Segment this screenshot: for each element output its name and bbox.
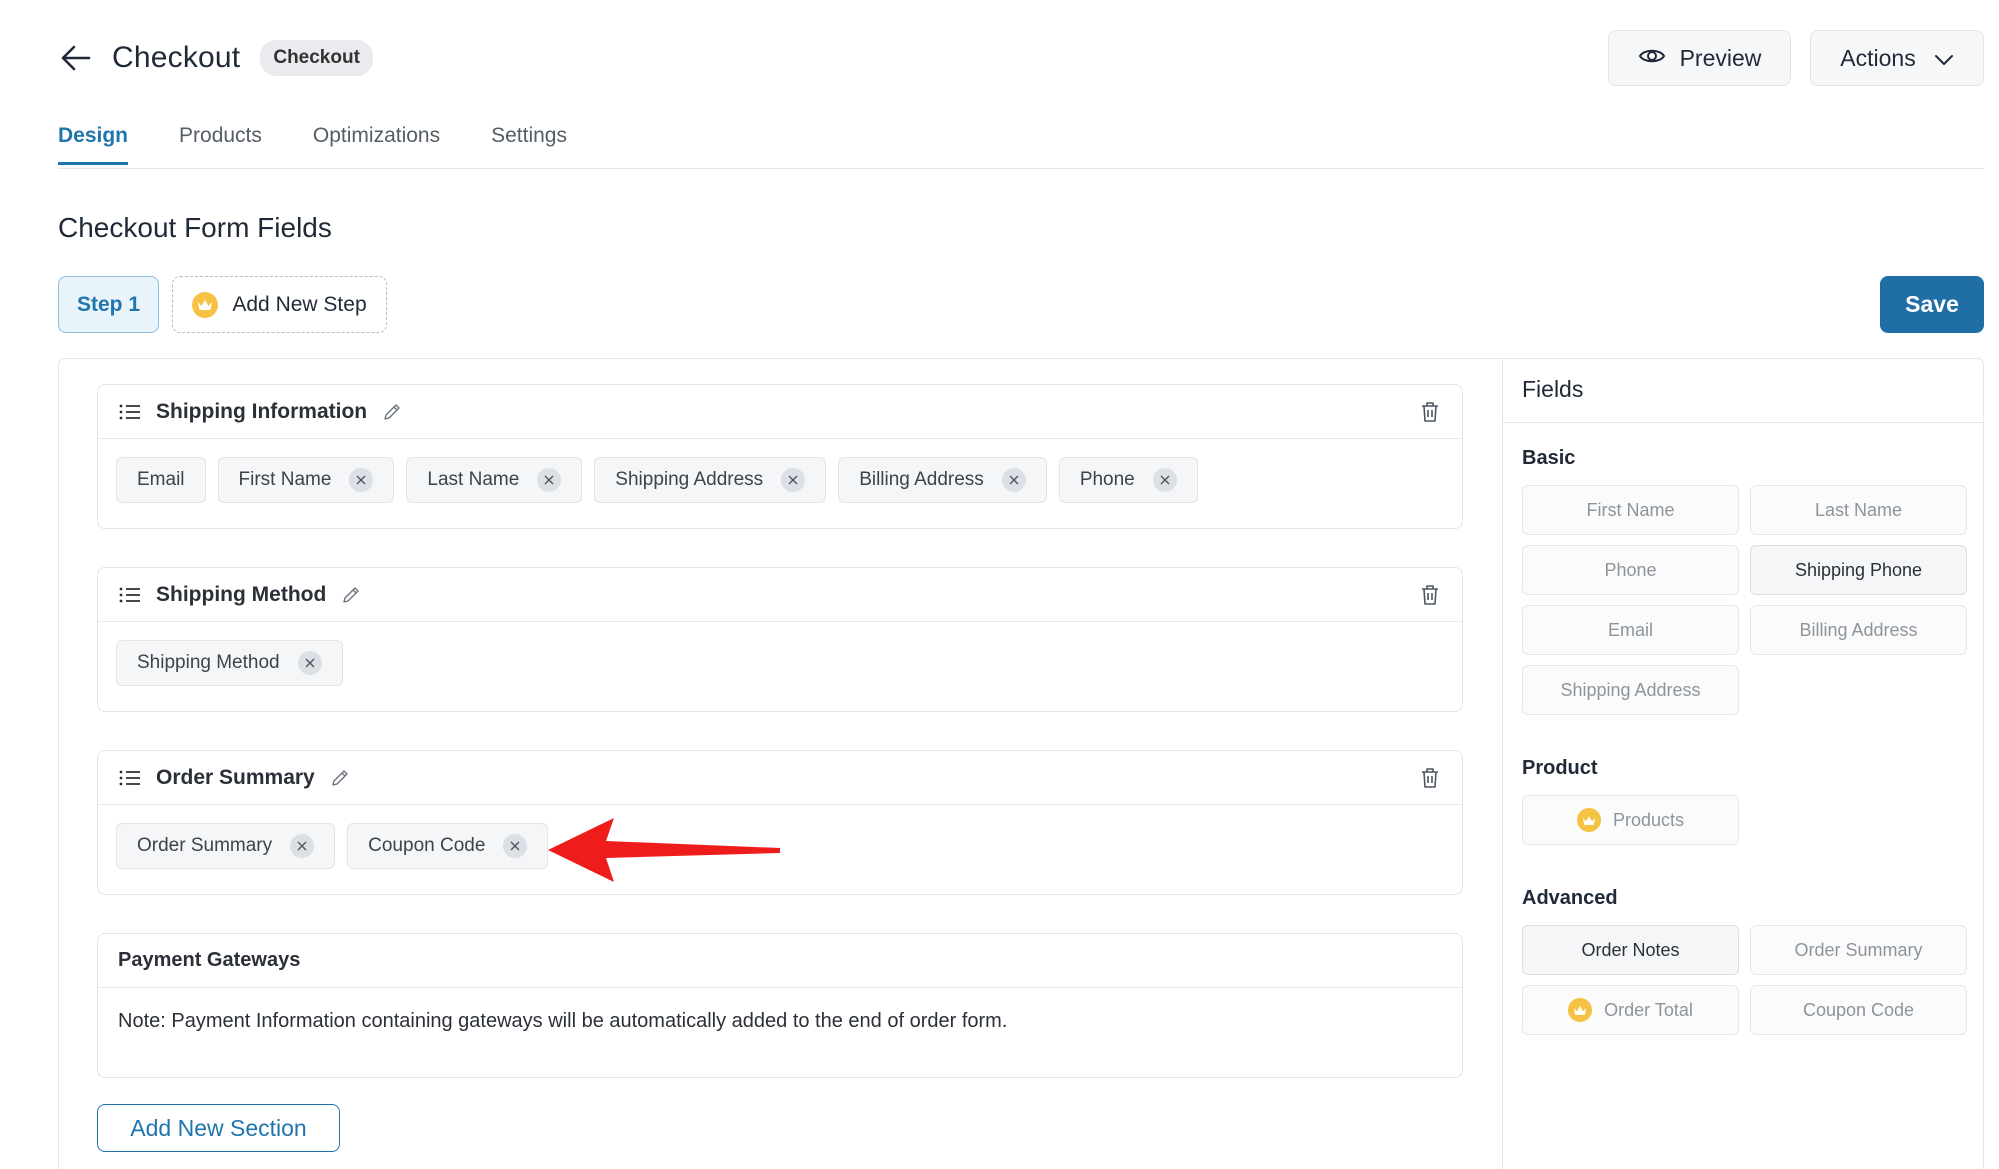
red-arrow-annotation [548, 818, 780, 882]
chevron-down-icon [1934, 45, 1954, 72]
field-option-email[interactable]: Email [1522, 605, 1739, 655]
back-arrow-icon[interactable] [58, 40, 94, 76]
list-drag-icon[interactable] [118, 400, 142, 424]
remove-x-icon[interactable] [537, 468, 562, 492]
save-button[interactable]: Save [1880, 276, 1984, 333]
field-option-products[interactable]: Products [1522, 795, 1739, 845]
payment-gateways-note: Note: Payment Information containing gat… [118, 1010, 1008, 1032]
field-chip-label: Shipping Method [137, 652, 280, 673]
field-option-label: Products [1612, 809, 1685, 830]
tab-optimizations[interactable]: Optimizations [313, 124, 440, 165]
section-card-shipping-information: Shipping Information Email First Name La… [97, 384, 1463, 529]
field-chip[interactable]: Coupon Code [347, 823, 549, 869]
field-chip-label: Email [137, 469, 185, 490]
field-option-first-name[interactable]: First Name [1522, 485, 1739, 535]
field-chip[interactable]: Order Summary [116, 823, 336, 869]
list-drag-icon[interactable] [118, 583, 142, 607]
payment-gateways-card: Payment Gateways Note: Payment Informati… [97, 933, 1463, 1078]
remove-x-icon[interactable] [349, 468, 374, 492]
page-title: Checkout [112, 41, 241, 74]
tab-divider [58, 168, 1984, 169]
form-fields-heading: Checkout Form Fields [58, 212, 332, 243]
preview-label: Preview [1679, 44, 1762, 71]
tab-products[interactable]: Products [179, 124, 262, 165]
field-chip[interactable]: Shipping Address [594, 457, 827, 503]
field-option-coupon-code[interactable]: Coupon Code [1750, 985, 1967, 1035]
field-chip[interactable]: Phone [1058, 457, 1198, 503]
field-option-last-name[interactable]: Last Name [1750, 485, 1967, 535]
eye-icon [1638, 45, 1666, 72]
preview-button[interactable]: Preview [1608, 30, 1791, 86]
tab-design[interactable]: Design [58, 124, 129, 165]
field-chip-label: Coupon Code [368, 835, 486, 856]
field-option-order-notes[interactable]: Order Notes [1522, 925, 1739, 975]
field-option-billing-address[interactable]: Billing Address [1750, 605, 1967, 655]
remove-x-icon[interactable] [781, 468, 806, 492]
field-chip[interactable]: First Name [217, 457, 395, 503]
section-title: Shipping Method [156, 582, 327, 606]
add-new-step-button[interactable]: Add New Step [172, 276, 387, 333]
section-header: Shipping Method [98, 568, 1462, 622]
field-chip[interactable]: Last Name [406, 457, 583, 503]
pencil-icon[interactable] [381, 401, 403, 423]
remove-x-icon[interactable] [290, 834, 315, 858]
crown-icon [1568, 998, 1593, 1022]
field-chip-label: Phone [1079, 469, 1135, 490]
actions-label: Actions [1840, 44, 1916, 71]
page-header: Checkout Checkout [58, 36, 373, 80]
field-chip-label: Billing Address [859, 469, 984, 490]
section-card-shipping-method: Shipping Method Shipping Method [97, 567, 1463, 712]
tab-settings[interactable]: Settings [491, 124, 567, 165]
crown-icon [1576, 808, 1601, 832]
trash-icon[interactable] [1418, 766, 1442, 790]
field-chip[interactable]: Shipping Method [116, 640, 343, 686]
field-option-label: Order Total [1604, 999, 1693, 1020]
pencil-icon[interactable] [329, 767, 351, 789]
section-fields: Shipping Method [98, 622, 1462, 704]
section-fields: Email First Name Last Name Shipping Addr… [98, 439, 1462, 521]
field-option-order-total[interactable]: Order Total [1522, 985, 1739, 1035]
remove-x-icon[interactable] [1152, 468, 1177, 492]
add-new-step-label: Add New Step [232, 292, 367, 316]
step-1-button[interactable]: Step 1 [58, 276, 159, 333]
trash-icon[interactable] [1418, 400, 1442, 424]
field-chip-label: Last Name [427, 469, 520, 490]
section-header: Shipping Information [98, 385, 1462, 439]
section-header: Order Summary [98, 751, 1462, 805]
field-chip-label: Shipping Address [615, 469, 764, 490]
tab-bar: Design Products Optimizations Settings [58, 124, 618, 165]
section-title: Shipping Information [156, 399, 368, 423]
sidebar-divider [1502, 358, 1503, 1169]
crown-icon [192, 291, 219, 318]
page-type-badge: Checkout [260, 40, 373, 76]
actions-dropdown[interactable]: Actions [1810, 30, 1984, 86]
advanced-group-label: Advanced [1522, 887, 1618, 909]
field-option-shipping-address[interactable]: Shipping Address [1522, 665, 1739, 715]
add-new-section-button[interactable]: Add New Section [97, 1104, 340, 1152]
product-group-label: Product [1522, 757, 1598, 779]
field-chip[interactable]: Billing Address [838, 457, 1047, 503]
field-chip-label: First Name [238, 469, 332, 490]
field-option-phone[interactable]: Phone [1522, 545, 1739, 595]
pencil-icon[interactable] [340, 584, 362, 606]
fields-panel-divider [1503, 422, 1984, 423]
payment-gateways-title: Payment Gateways [98, 934, 1462, 988]
section-title: Order Summary [156, 765, 315, 789]
basic-group-label: Basic [1522, 447, 1576, 469]
remove-x-icon[interactable] [1001, 468, 1026, 492]
field-option-shipping-phone[interactable]: Shipping Phone [1750, 545, 1967, 595]
list-drag-icon[interactable] [118, 766, 142, 790]
fields-panel-title: Fields [1522, 376, 1584, 402]
trash-icon[interactable] [1418, 583, 1442, 607]
field-option-order-summary[interactable]: Order Summary [1750, 925, 1967, 975]
remove-x-icon[interactable] [297, 651, 322, 675]
field-chip-label: Order Summary [137, 835, 273, 856]
field-chip[interactable]: Email [116, 457, 206, 503]
remove-x-icon[interactable] [503, 834, 528, 858]
